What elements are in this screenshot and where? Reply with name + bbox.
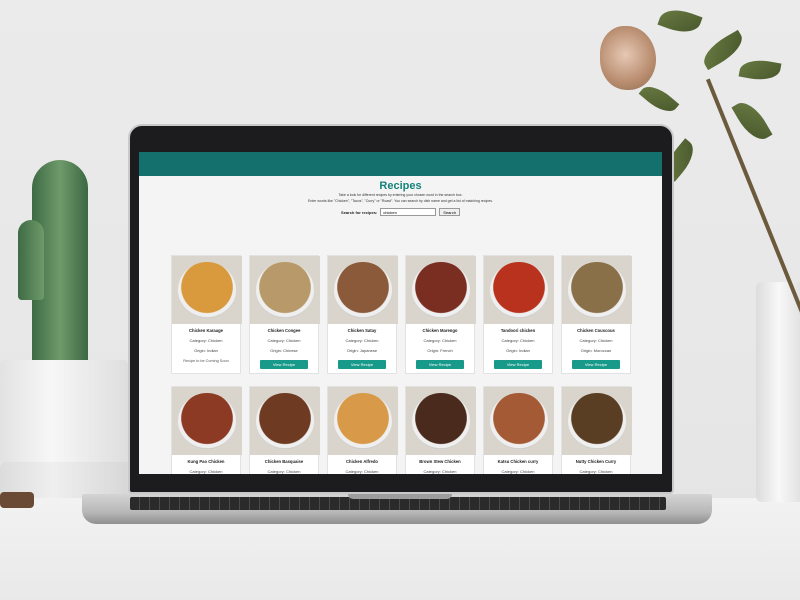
recipe-image <box>484 387 554 455</box>
vase <box>756 282 800 502</box>
recipe-category: Category: Chicken <box>423 469 457 474</box>
food-plate <box>490 393 548 449</box>
recipe-category: Category: Chicken <box>189 469 223 474</box>
recipe-image <box>406 387 476 455</box>
recipe-name: Chicken Satay <box>347 328 377 333</box>
recipe-category: Category: Chicken <box>423 338 457 343</box>
recipe-image <box>172 256 242 324</box>
recipe-name: Brown Stew Chicken <box>419 459 461 464</box>
food-plate <box>412 262 470 318</box>
recipe-card: Brown Stew Chicken Category: Chicken <box>405 386 476 474</box>
food-plate <box>334 262 392 318</box>
food-plate <box>178 262 236 318</box>
recipe-name: Katsu Chicken curry <box>497 459 539 464</box>
food-plate <box>256 262 314 318</box>
intro-text: Take a look for different recipes by ent… <box>139 193 662 204</box>
food-plate <box>334 393 392 449</box>
recipe-category: Category: Chicken <box>345 338 379 343</box>
page-title: Recipes <box>379 180 422 192</box>
view-recipe-button[interactable]: View Recipe <box>416 360 464 369</box>
search-button[interactable]: Search <box>439 208 460 216</box>
recipe-image <box>328 387 398 455</box>
recipe-card: Chicken Alfredo Category: Chicken <box>327 386 398 474</box>
recipe-card: Chicken Marengo Category: Chicken Origin: … <box>405 255 476 374</box>
recipe-card: Chicken Couscous Category: Chicken Origin:… <box>561 255 632 374</box>
recipe-name: Chicken Karaage <box>189 328 223 333</box>
recipe-image <box>250 387 320 455</box>
cactus-arm <box>18 220 44 300</box>
recipe-image <box>406 256 476 324</box>
recipe-name: Tandoori chicken <box>500 328 536 333</box>
search-label: Search for recipes: <box>341 209 378 215</box>
recipe-image <box>484 256 554 324</box>
recipe-card: Nutty Chicken Curry Category: Chicken <box>561 386 632 474</box>
recipe-origin: Origin: Indian <box>194 348 218 353</box>
recipe-card: Katsu Chicken curry Category: Chicken <box>483 386 554 474</box>
recipe-image <box>172 387 242 455</box>
recipe-card: Tandoori chicken Category: Chicken Origin:… <box>483 255 554 374</box>
food-plate <box>178 393 236 449</box>
recipe-category: Category: Chicken <box>267 338 301 343</box>
laptop-screen: Recipes Take a look for different recipe… <box>139 152 662 474</box>
view-recipe-button[interactable]: View Recipe <box>338 360 386 369</box>
leaf <box>657 3 703 39</box>
leaf <box>638 79 680 119</box>
recipe-category: Category: Chicken <box>501 338 535 343</box>
site-header-bar <box>139 152 662 176</box>
recipe-category: Category: Chicken <box>579 469 613 474</box>
lid-notch <box>348 494 452 499</box>
recipe-image <box>562 387 632 455</box>
recipe-card: Chicken Congee Category: Chicken Origin: C… <box>249 255 320 374</box>
leaf <box>738 56 782 84</box>
recipe-image <box>562 256 632 324</box>
recipe-name: Chicken Couscous <box>577 328 615 333</box>
dried-rose <box>600 26 656 90</box>
recipe-category: Category: Chicken <box>189 338 223 343</box>
leaf <box>731 96 773 146</box>
food-plate <box>412 393 470 449</box>
food-plate <box>256 393 314 449</box>
recipe-name: Chicken Basquaise <box>264 459 304 464</box>
search-input[interactable] <box>380 208 437 216</box>
recipe-card: Chicken Karaage Category: Chicken Origin: … <box>171 255 242 374</box>
recipe-origin: Origin: Chinese <box>270 348 298 353</box>
recipe-card: Chicken Satay Category: Chicken Origin: Ja… <box>327 255 398 374</box>
recipe-grid: Chicken Karaage Category: Chicken Origin: … <box>171 255 632 474</box>
cactus-pot <box>0 360 128 470</box>
recipe-origin: Origin: Indian <box>506 348 530 353</box>
food-plate <box>490 262 548 318</box>
recipe-image <box>250 256 320 324</box>
recipe-name: Chicken Alfredo <box>346 459 378 464</box>
view-recipe-button[interactable]: View Recipe <box>494 360 542 369</box>
recipe-category: Category: Chicken <box>345 469 379 474</box>
recipe-card: Chicken Basquaise Category: Chicken <box>249 386 320 474</box>
recipe-image <box>328 256 398 324</box>
recipe-name: Nutty Chicken Curry <box>575 459 617 464</box>
food-plate <box>568 393 626 449</box>
leaf <box>698 29 748 71</box>
recipe-origin: Origin: French <box>427 348 453 353</box>
view-recipe-button[interactable]: View Recipe <box>572 360 620 369</box>
recipe-coming-soon: Recipe to be Coming Soon <box>183 359 229 363</box>
intro-line: Enter words like "Chicken", "Tacos", "Cu… <box>307 198 494 203</box>
recipe-category: Category: Chicken <box>501 469 535 474</box>
recipe-origin: Origin: Japanese <box>346 348 378 353</box>
wooden-coaster <box>0 492 34 508</box>
food-plate <box>568 262 626 318</box>
search-row: Search for recipes: Search <box>139 208 662 216</box>
recipe-category: Category: Chicken <box>267 469 301 474</box>
recipe-origin: Origin: Moroccan <box>580 348 612 353</box>
recipe-name: Chicken Congee <box>267 328 301 333</box>
recipe-card: Kung Pao Chicken Category: Chicken <box>171 386 242 474</box>
recipe-category: Category: Chicken <box>579 338 613 343</box>
recipe-name: Kung Pao Chicken <box>187 459 225 464</box>
recipe-name: Chicken Marengo <box>422 328 458 333</box>
view-recipe-button[interactable]: View Recipe <box>260 360 308 369</box>
